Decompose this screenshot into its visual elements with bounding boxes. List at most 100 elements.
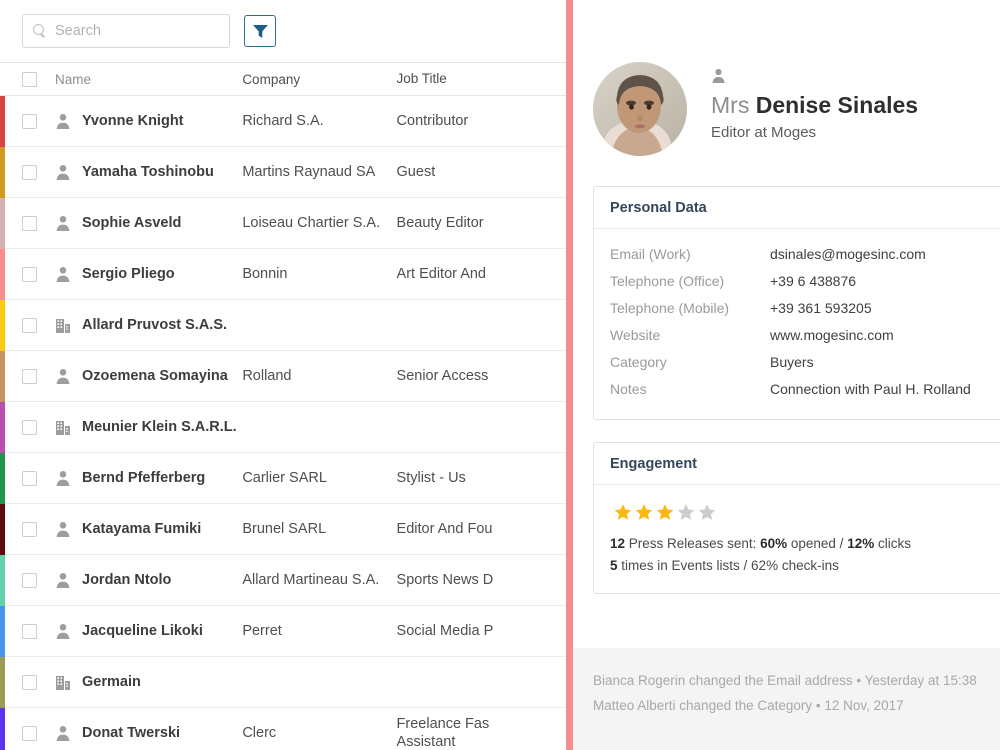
personal-data-title: Personal Data: [594, 187, 1000, 229]
row-color-stripe: [0, 657, 5, 708]
field-value[interactable]: dsinales@mogesinc.com: [770, 241, 926, 268]
person-icon: [56, 522, 70, 537]
field-value[interactable]: Buyers: [770, 349, 814, 376]
cell-company: Loiseau Chartier S.A.: [242, 215, 381, 231]
row-checkbox[interactable]: [22, 623, 37, 639]
table-row[interactable]: Germain: [0, 657, 566, 708]
cell-job-title: Freelance Fas Assistant: [396, 716, 490, 750]
column-header-name: Name: [22, 71, 242, 87]
row-color-stripe: [0, 147, 5, 198]
star-empty-icon[interactable]: [677, 503, 695, 521]
avatar: [593, 62, 687, 156]
star-empty-icon[interactable]: [698, 503, 716, 521]
table-row[interactable]: Yvonne Knight Richard S.A. Contributor: [0, 96, 566, 147]
search-input[interactable]: [55, 23, 220, 39]
column-header-job-title: Job Title: [396, 71, 447, 86]
row-checkbox[interactable]: [22, 674, 37, 690]
cell-company: Clerc: [242, 725, 277, 741]
pane-divider[interactable]: [566, 0, 573, 750]
cell-name: Germain: [22, 674, 242, 690]
field-label: Email (Work): [610, 246, 691, 262]
field-label: Category: [610, 354, 667, 370]
row-color-stripe: [0, 555, 5, 606]
row-checkbox[interactable]: [22, 113, 37, 129]
table-row[interactable]: Allard Pruvost S.A.S.: [0, 300, 566, 351]
field-value[interactable]: Connection with Paul H. Rolland: [770, 376, 971, 403]
cell-job-title: Social Media P: [396, 623, 494, 639]
table-row[interactable]: Jordan Ntolo Allard Martineau S.A. Sports …: [0, 555, 566, 606]
contact-name: Ozoemena Somayina: [82, 368, 228, 384]
contact-name: Jordan Ntolo: [82, 572, 172, 588]
cell-name: Yvonne Knight: [22, 113, 242, 129]
contact-detail-pane: Mrs Denise Sinales Editor at Moges Perso…: [573, 0, 1000, 750]
contact-name: Jacqueline Likoki: [82, 623, 203, 639]
engagement-line-2: 5 times in Events lists / 62% check-ins: [610, 555, 1000, 577]
row-checkbox[interactable]: [22, 419, 37, 435]
row-checkbox[interactable]: [22, 215, 37, 231]
cell-job-title: Art Editor And: [396, 266, 486, 282]
row-checkbox[interactable]: [22, 470, 37, 486]
row-checkbox[interactable]: [22, 266, 37, 282]
opened-pct: 60%: [760, 536, 788, 551]
press-releases-mid: Press Releases sent:: [625, 536, 761, 551]
star-filled-icon[interactable]: [635, 503, 653, 521]
engagement-body: 12 Press Releases sent: 60% opened / 12%…: [594, 485, 1000, 593]
select-all-checkbox[interactable]: [22, 71, 37, 87]
cell-company: Carlier SARL: [242, 470, 327, 486]
table-row[interactable]: Katayama Fumiki Brunel SARL Editor And Fou: [0, 504, 566, 555]
cell-job-title: Senior Access: [396, 368, 489, 384]
table-row[interactable]: Bernd Pfefferberg Carlier SARL Stylist - U…: [0, 453, 566, 504]
row-checkbox[interactable]: [22, 521, 37, 537]
row-color-stripe: [0, 198, 5, 249]
row-checkbox[interactable]: [22, 164, 37, 180]
field-value[interactable]: +39 361 593205: [770, 295, 872, 322]
row-checkbox[interactable]: [22, 317, 37, 333]
cell-company: Bonnin: [242, 266, 288, 282]
row-color-stripe: [0, 249, 5, 300]
row-checkbox[interactable]: [22, 368, 37, 384]
cell-name: Donat Twerski: [22, 725, 242, 741]
engagement-card: Engagement 12 Press Releases sent: 60% o…: [593, 442, 1000, 594]
field-row: Website www.mogesinc.com: [610, 322, 1000, 349]
table-row[interactable]: Jacqueline Likoki Perret Social Media P: [0, 606, 566, 657]
field-label: Notes: [610, 381, 647, 397]
table-row[interactable]: Donat Twerski Clerc Freelance Fas Assistant: [0, 708, 566, 750]
detail-header-text: Mrs Denise Sinales Editor at Moges: [687, 62, 918, 141]
cell-name: Ozoemena Somayina: [22, 368, 242, 384]
cell-name: Yamaha Toshinobu: [22, 164, 242, 180]
table-row[interactable]: Yamaha Toshinobu Martins Raynaud SA Guest: [0, 147, 566, 198]
person-icon: [56, 216, 70, 231]
filter-button[interactable]: [244, 15, 276, 47]
search-box[interactable]: [22, 14, 230, 48]
cell-name: Bernd Pfefferberg: [22, 470, 242, 486]
field-value[interactable]: www.mogesinc.com: [770, 322, 894, 349]
person-icon: [56, 114, 70, 129]
field-value[interactable]: +39 6 438876: [770, 268, 856, 295]
table-row[interactable]: Sergio Pliego Bonnin Art Editor And: [0, 249, 566, 300]
engagement-rating[interactable]: [610, 497, 1000, 533]
row-color-stripe: [0, 300, 5, 351]
contact-name: Yvonne Knight: [82, 113, 184, 129]
person-salutation: Mrs: [711, 92, 750, 118]
star-filled-icon[interactable]: [656, 503, 674, 521]
table-row[interactable]: Ozoemena Somayina Rolland Senior Access: [0, 351, 566, 402]
cell-company: Rolland: [242, 368, 292, 384]
cell-name: Sergio Pliego: [22, 266, 242, 282]
events-count: 5: [610, 558, 618, 573]
personal-data-card: Personal Data Email (Work) dsinales@moges…: [593, 186, 1000, 420]
table-row[interactable]: Meunier Klein S.A.R.L.: [0, 402, 566, 453]
company-icon: [56, 421, 70, 435]
table-row[interactable]: Sophie Asveld Loiseau Chartier S.A. Beauty…: [0, 198, 566, 249]
clicks-pct: 12%: [847, 536, 875, 551]
funnel-icon: [252, 24, 268, 38]
row-color-stripe: [0, 708, 5, 750]
row-checkbox[interactable]: [22, 725, 37, 741]
activity-entry: Bianca Rogerin changed the Email address…: [593, 673, 977, 688]
star-filled-icon[interactable]: [614, 503, 632, 521]
cell-job-title: Beauty Editor: [396, 215, 484, 231]
field-row: Telephone (Mobile) +39 361 593205: [610, 295, 1000, 322]
row-color-stripe: [0, 351, 5, 402]
person-name: Denise Sinales: [755, 92, 919, 118]
row-checkbox[interactable]: [22, 572, 37, 588]
field-row: Email (Work) dsinales@mogesinc.com: [610, 241, 1000, 268]
